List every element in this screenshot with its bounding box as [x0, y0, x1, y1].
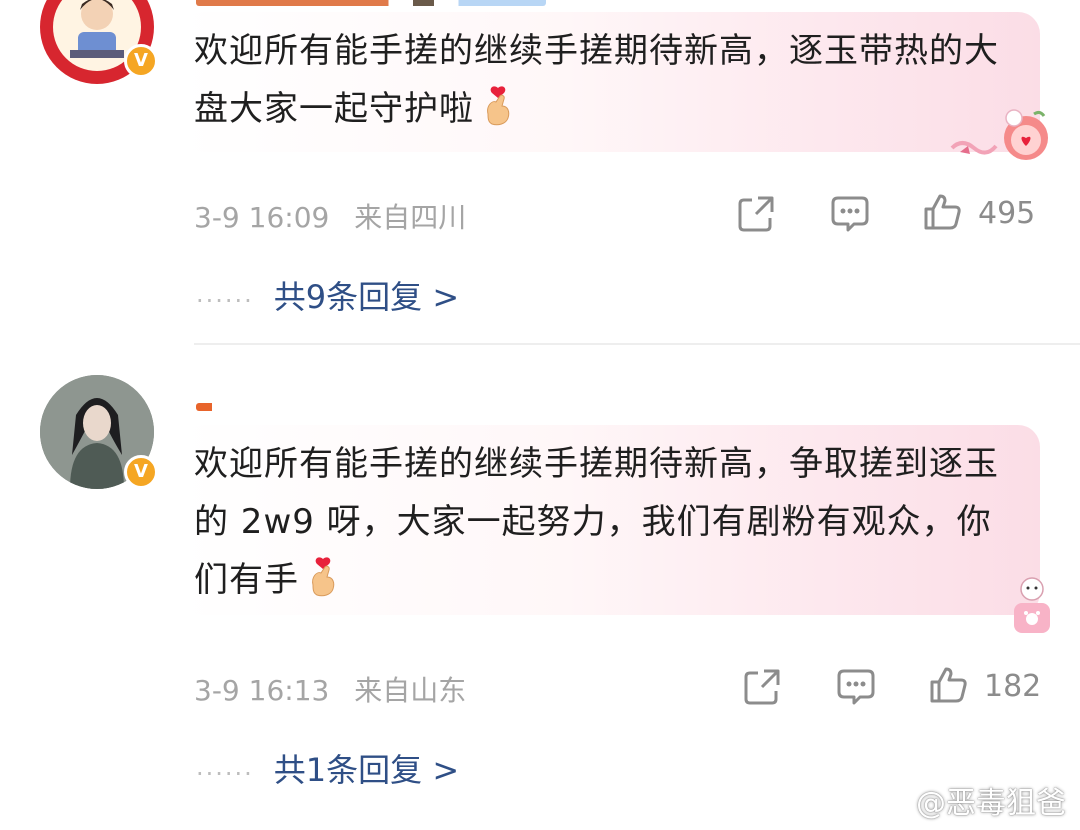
like-icon[interactable] — [922, 192, 962, 232]
like-icon[interactable] — [928, 665, 968, 705]
comment-1: V 欢迎所有能手搓的继续手搓期待新高，逐玉带热的大盘大家一起守护啦 3-9 16… — [0, 0, 1080, 345]
comment-text-content: 欢迎所有能手搓的继续手搓期待新高，逐玉带热的大盘大家一起守护啦 — [194, 31, 999, 129]
watermark-text: @恶毒狙爸 — [916, 786, 1066, 821]
verified-badge: V — [124, 44, 158, 78]
comment-meta: 3-9 16:09 来自四川 — [194, 196, 482, 236]
bubble-sticker-decoration-icon — [950, 109, 1048, 160]
like-count: 495 — [978, 196, 1036, 231]
view-replies-link[interactable]: ...... 共1条回复 > — [196, 745, 459, 791]
weibo-logo-icon — [876, 790, 911, 817]
replies-label: 共9条回复 > — [273, 278, 460, 316]
location: 来自四川 — [354, 201, 467, 234]
comment-text: 欢迎所有能手搓的继续手搓期待新高，逐玉带热的大盘大家一起守护啦 — [194, 22, 1024, 138]
comment-icon[interactable] — [836, 667, 876, 707]
username-partial[interactable] — [196, 403, 396, 411]
verified-badge: V — [124, 455, 158, 489]
finger-heart-emoji-icon — [487, 86, 510, 126]
share-icon[interactable] — [742, 667, 782, 707]
timestamp: 3-9 16:09 — [194, 201, 330, 234]
comment-text: 欢迎所有能手搓的继续手搓期待新高，争取搓到逐玉的 2w9 呀，大家一起努力，我们… — [194, 435, 1024, 609]
watermark: @恶毒狙爸 — [876, 778, 1066, 822]
finger-heart-emoji-icon — [312, 557, 335, 597]
comment-meta: 3-9 16:13 来自山东 — [194, 669, 482, 709]
replies-label: 共1条回复 > — [273, 751, 460, 789]
username-partial[interactable] — [196, 0, 546, 6]
timestamp: 3-9 16:13 — [194, 674, 330, 707]
bubble-sticker-decoration-icon — [1014, 577, 1050, 633]
reply-indicator-dots: ...... — [196, 280, 254, 308]
share-icon[interactable] — [736, 194, 776, 234]
location: 来自山东 — [354, 674, 467, 707]
like-count: 182 — [984, 669, 1042, 704]
comment-2: V 欢迎所有能手搓的继续手搓期待新高，争取搓到逐玉的 2w9 呀，大家一起努力，… — [0, 345, 1080, 830]
reply-indicator-dots: ...... — [196, 753, 254, 781]
view-replies-link[interactable]: ...... 共9条回复 > — [196, 272, 459, 318]
comment-icon[interactable] — [830, 194, 870, 234]
